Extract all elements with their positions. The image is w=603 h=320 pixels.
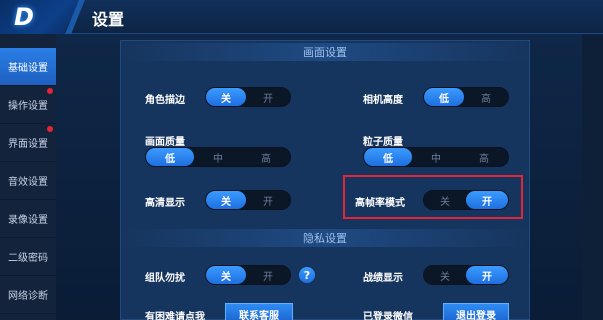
contact-support-button[interactable]: 联系客服: [225, 303, 293, 320]
particle-low-option[interactable]: 低: [364, 148, 412, 166]
outline-on-option[interactable]: 开: [246, 88, 290, 106]
sidebar-item-label: 基础设置: [8, 63, 48, 74]
quality-label: 画面质量: [145, 137, 185, 148]
logout-button[interactable]: 退出登录: [443, 303, 509, 320]
wechat-status: 已登录微信: [363, 312, 413, 320]
record-label: 战绩显示: [363, 273, 403, 284]
sidebar-item-controls[interactable]: 操作设置: [0, 86, 56, 124]
hd-toggle[interactable]: 关 开: [205, 190, 291, 210]
hd-label: 高清显示: [145, 198, 185, 209]
sidebar-item-interface[interactable]: 界面设置: [0, 124, 56, 162]
quality-mid-option[interactable]: 中: [194, 148, 242, 166]
particle-selector[interactable]: 低 中 高: [363, 147, 509, 167]
sidebar-item-label: 二级密码: [8, 253, 48, 264]
dnd-off-option[interactable]: 关: [206, 266, 246, 284]
sidebar-item-network[interactable]: 网络诊断: [0, 276, 56, 314]
settings-main: 画面设置 角色描边 关 开 相机高度 低 高 画面质量 低 中 高 粒子质量 低…: [56, 34, 603, 320]
settings-panel: 画面设置 角色描边 关 开 相机高度 低 高 画面质量 低 中 高 粒子质量 低…: [120, 40, 530, 320]
sidebar-spacer: [0, 34, 56, 48]
display-section-header: 画面设置: [121, 43, 529, 61]
sidebar-item-basic[interactable]: 基础设置: [0, 48, 56, 86]
high-fps-off-option[interactable]: 关: [424, 191, 466, 209]
particle-mid-option[interactable]: 中: [412, 148, 460, 166]
sidebar-item-sound[interactable]: 音效设置: [0, 162, 56, 200]
help-icon[interactable]: ?: [299, 267, 315, 283]
sidebar-item-label: 音效设置: [8, 177, 48, 188]
outline-label: 角色描边: [145, 95, 185, 106]
dnd-label: 组队勿扰: [145, 273, 185, 284]
logo-text: D: [14, 3, 34, 31]
camera-low-option[interactable]: 低: [424, 88, 464, 106]
camera-high-option[interactable]: 高: [464, 88, 508, 106]
dnd-on-option[interactable]: 开: [246, 266, 290, 284]
outline-toggle[interactable]: 关 开: [205, 87, 291, 107]
section-title: 隐私设置: [303, 232, 347, 245]
help-text: 有困难请点我: [145, 312, 205, 320]
quality-low-option[interactable]: 低: [146, 148, 194, 166]
sidebar-item-label: 录像设置: [8, 215, 48, 226]
camera-height-toggle[interactable]: 低 高: [423, 87, 509, 107]
record-on-option[interactable]: 开: [466, 266, 508, 284]
particle-high-option[interactable]: 高: [460, 148, 508, 166]
top-bar: D 设置: [0, 0, 603, 34]
high-fps-on-option[interactable]: 开: [466, 191, 508, 209]
sidebar: 基础设置 操作设置 界面设置 音效设置 录像设置 二级密码 网络诊断: [0, 34, 56, 320]
quality-high-option[interactable]: 高: [242, 148, 290, 166]
right-edge-strip: [582, 34, 603, 320]
sidebar-item-label: 操作设置: [8, 101, 48, 112]
camera-height-label: 相机高度: [363, 95, 403, 106]
particle-label: 粒子质量: [363, 137, 403, 148]
privacy-section-header: 隐私设置: [121, 229, 529, 247]
quality-selector[interactable]: 低 中 高: [145, 147, 291, 167]
dnd-toggle[interactable]: 关 开: [205, 265, 291, 285]
sidebar-item-password[interactable]: 二级密码: [0, 238, 56, 276]
outline-off-option[interactable]: 关: [206, 88, 246, 106]
hd-on-option[interactable]: 开: [246, 191, 290, 209]
high-fps-label: 高帧率模式: [355, 198, 405, 209]
notification-dot: [47, 126, 53, 132]
hd-off-option[interactable]: 关: [206, 191, 246, 209]
section-title: 画面设置: [303, 46, 347, 59]
sidebar-item-replay[interactable]: 录像设置: [0, 200, 56, 238]
page-title: 设置: [92, 10, 125, 29]
record-off-option[interactable]: 关: [424, 266, 466, 284]
sidebar-item-label: 网络诊断: [8, 291, 48, 302]
sidebar-item-label: 界面设置: [8, 139, 48, 150]
high-fps-toggle[interactable]: 关 开: [423, 190, 509, 210]
notification-dot: [47, 88, 53, 94]
record-toggle[interactable]: 关 开: [423, 265, 509, 285]
